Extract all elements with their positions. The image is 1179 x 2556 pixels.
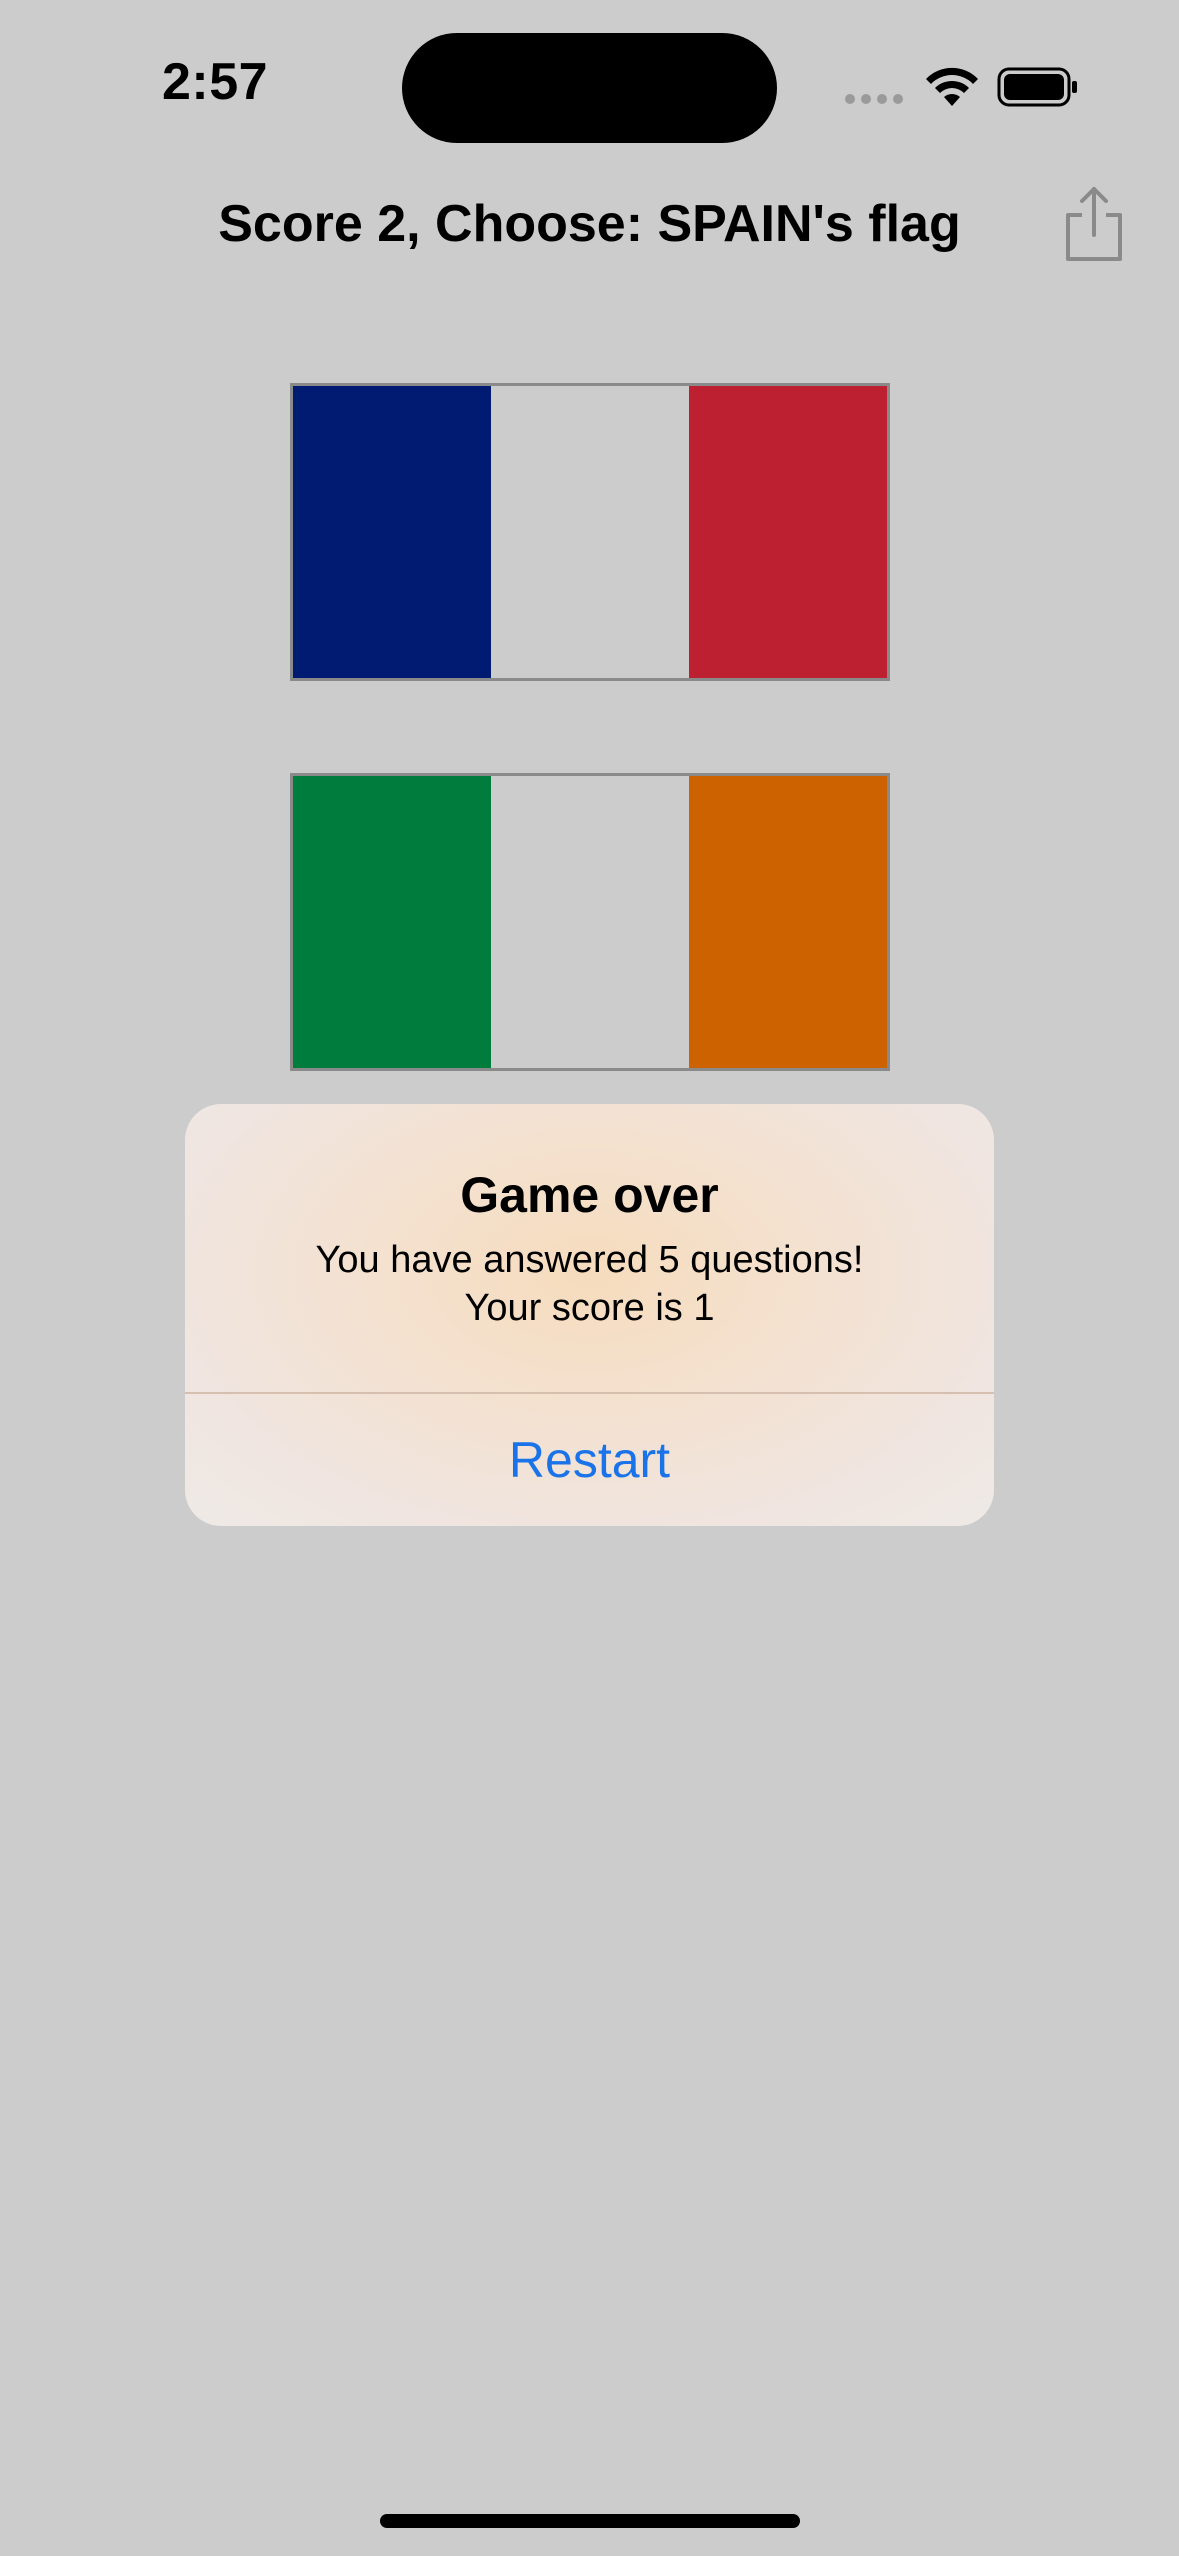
flag-stripe bbox=[293, 776, 491, 1068]
share-icon[interactable] bbox=[1058, 185, 1130, 263]
home-indicator[interactable] bbox=[380, 2514, 800, 2528]
wifi-icon bbox=[926, 67, 978, 106]
cellular-signal-icon bbox=[845, 92, 905, 106]
dynamic-island bbox=[402, 33, 777, 143]
restart-button[interactable]: Restart bbox=[185, 1394, 994, 1526]
status-time: 2:57 bbox=[162, 53, 269, 111]
flag-stripe bbox=[689, 776, 887, 1068]
battery-icon bbox=[997, 67, 1077, 107]
flag-button-1[interactable] bbox=[290, 383, 890, 681]
alert-title: Game over bbox=[460, 1167, 719, 1223]
game-over-alert: Game over You have answered 5 questions!… bbox=[185, 1104, 994, 1526]
flag-stripe bbox=[293, 386, 491, 678]
flag-stripe bbox=[689, 386, 887, 678]
screen: 2:57 Score 2, Choose: SPAIN's flag Game … bbox=[0, 0, 1179, 2556]
flag-stripe bbox=[491, 386, 689, 678]
page-title: Score 2, Choose: SPAIN's flag bbox=[218, 195, 961, 253]
flag-button-2[interactable] bbox=[290, 773, 890, 1071]
alert-message: You have answered 5 questions! Your scor… bbox=[315, 1239, 864, 1329]
flag-stripe bbox=[491, 776, 689, 1068]
